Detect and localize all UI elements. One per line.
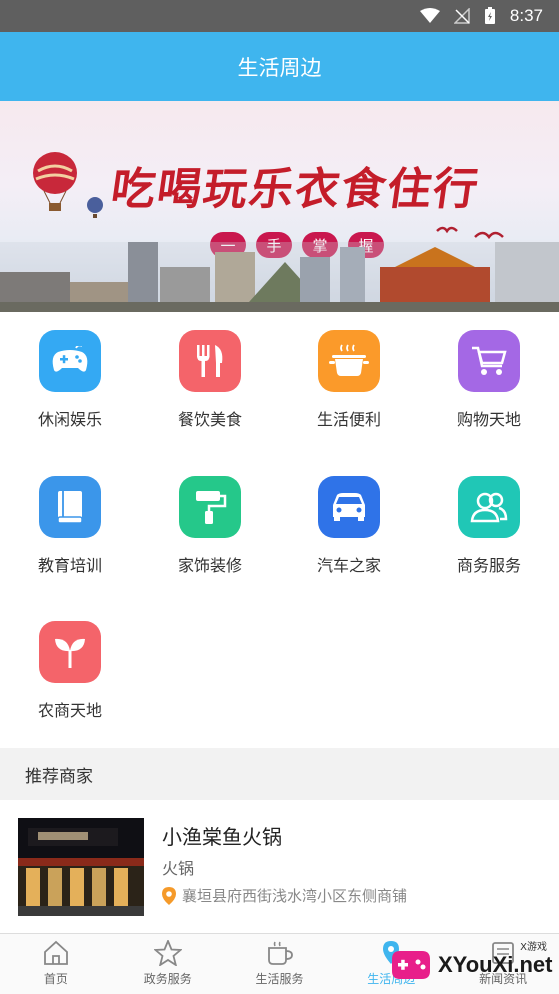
cart-icon: [472, 346, 507, 375]
book-icon: [57, 491, 83, 524]
watermark: XYouXi.net X游戏: [388, 936, 559, 994]
category-leisure[interactable]: 休闲娱乐: [0, 312, 140, 457]
category-agriculture[interactable]: 农商天地: [0, 603, 140, 748]
category-label: 购物天地: [456, 410, 521, 429]
category-icon-box: [39, 330, 101, 392]
location-pin-icon: [162, 886, 176, 905]
merchant-address-text: 襄垣县府西街浅水湾小区东侧商铺: [182, 887, 408, 905]
banner[interactable]: 吃喝玩乐衣食住行 一 手 掌 握: [0, 101, 559, 312]
category-icon-box: [179, 330, 241, 392]
category-business[interactable]: 商务服务: [419, 458, 559, 603]
category-decoration[interactable]: 家饰装修: [140, 458, 280, 603]
tab-government-services[interactable]: 政务服务: [112, 934, 224, 994]
category-label: 家饰装修: [177, 556, 242, 575]
category-label: 汽车之家: [316, 556, 381, 575]
tab-life-services[interactable]: 生活服务: [224, 934, 336, 994]
category-label: 休闲娱乐: [37, 410, 102, 429]
category-label: 餐饮美食: [177, 410, 242, 429]
category-icon-box: [179, 476, 241, 538]
category-label: 教育培训: [37, 556, 102, 575]
category-shopping[interactable]: 购物天地: [419, 312, 559, 457]
fork-knife-icon: [197, 345, 223, 377]
city-skyline: [0, 242, 559, 312]
small-balloon-icon: [87, 197, 103, 218]
category-icon-box: [318, 330, 380, 392]
category-automotive[interactable]: 汽车之家: [279, 458, 419, 603]
category-convenience[interactable]: 生活便利: [279, 312, 419, 457]
category-dining[interactable]: 餐饮美食: [140, 312, 280, 457]
home-icon: [43, 940, 68, 965]
watermark-text: XYouXi.net: [438, 952, 553, 977]
gamepad-icon: [52, 346, 88, 372]
tab-home[interactable]: 首页: [0, 934, 112, 994]
merchant-address: 襄垣县府西街浅水湾小区东侧商铺: [162, 885, 407, 906]
paint-roller-icon: [196, 491, 227, 524]
page-title: 生活周边: [237, 55, 322, 80]
category-label: 生活便利: [316, 410, 381, 429]
hot-air-balloon-icon: [33, 152, 77, 211]
category-icon-box: [318, 476, 380, 538]
section-title: 推荐商家: [25, 766, 93, 787]
category-icon-box: [39, 476, 101, 538]
category-icon-box: [458, 476, 520, 538]
merchant-name: 小渔棠鱼火锅: [162, 825, 282, 849]
pot-icon: [329, 344, 369, 376]
battery-icon: [484, 7, 495, 24]
category-grid: 休闲娱乐 餐饮美食 生活便利 购物天地 教育培训 家饰装修 汽车之家 商务服务 …: [0, 312, 559, 748]
gamepad-logo-icon: [392, 951, 430, 979]
watermark-small-text: X游戏: [520, 942, 547, 953]
category-icon-box: [39, 621, 101, 683]
category-label: 商务服务: [456, 556, 521, 575]
wifi-icon: [419, 8, 440, 23]
sprout-icon: [55, 638, 85, 668]
tab-label: 政务服务: [143, 972, 192, 986]
category-label: 农商天地: [37, 701, 102, 720]
status-time: 8:37: [509, 6, 543, 25]
category-education[interactable]: 教育培训: [0, 458, 140, 603]
status-bar: 8:37: [0, 0, 559, 32]
star-icon: [153, 940, 182, 966]
recommend-section-header: 推荐商家: [0, 748, 559, 800]
merchant-category: 火锅: [162, 859, 195, 878]
no-signal-icon: [453, 8, 470, 24]
merchant-card[interactable]: 小渔棠鱼火锅 火锅 襄垣县府西街浅水湾小区东侧商铺: [0, 800, 559, 933]
cup-icon: [268, 941, 294, 965]
category-icon-box: [458, 330, 520, 392]
title-bar: 生活周边: [0, 32, 559, 101]
tab-label: 首页: [43, 972, 68, 986]
car-icon: [333, 493, 365, 521]
merchant-photo: [18, 818, 144, 916]
people-icon: [470, 492, 508, 523]
tab-label: 生活服务: [255, 972, 304, 986]
banner-slogan: 吃喝玩乐衣食住行: [107, 164, 483, 215]
